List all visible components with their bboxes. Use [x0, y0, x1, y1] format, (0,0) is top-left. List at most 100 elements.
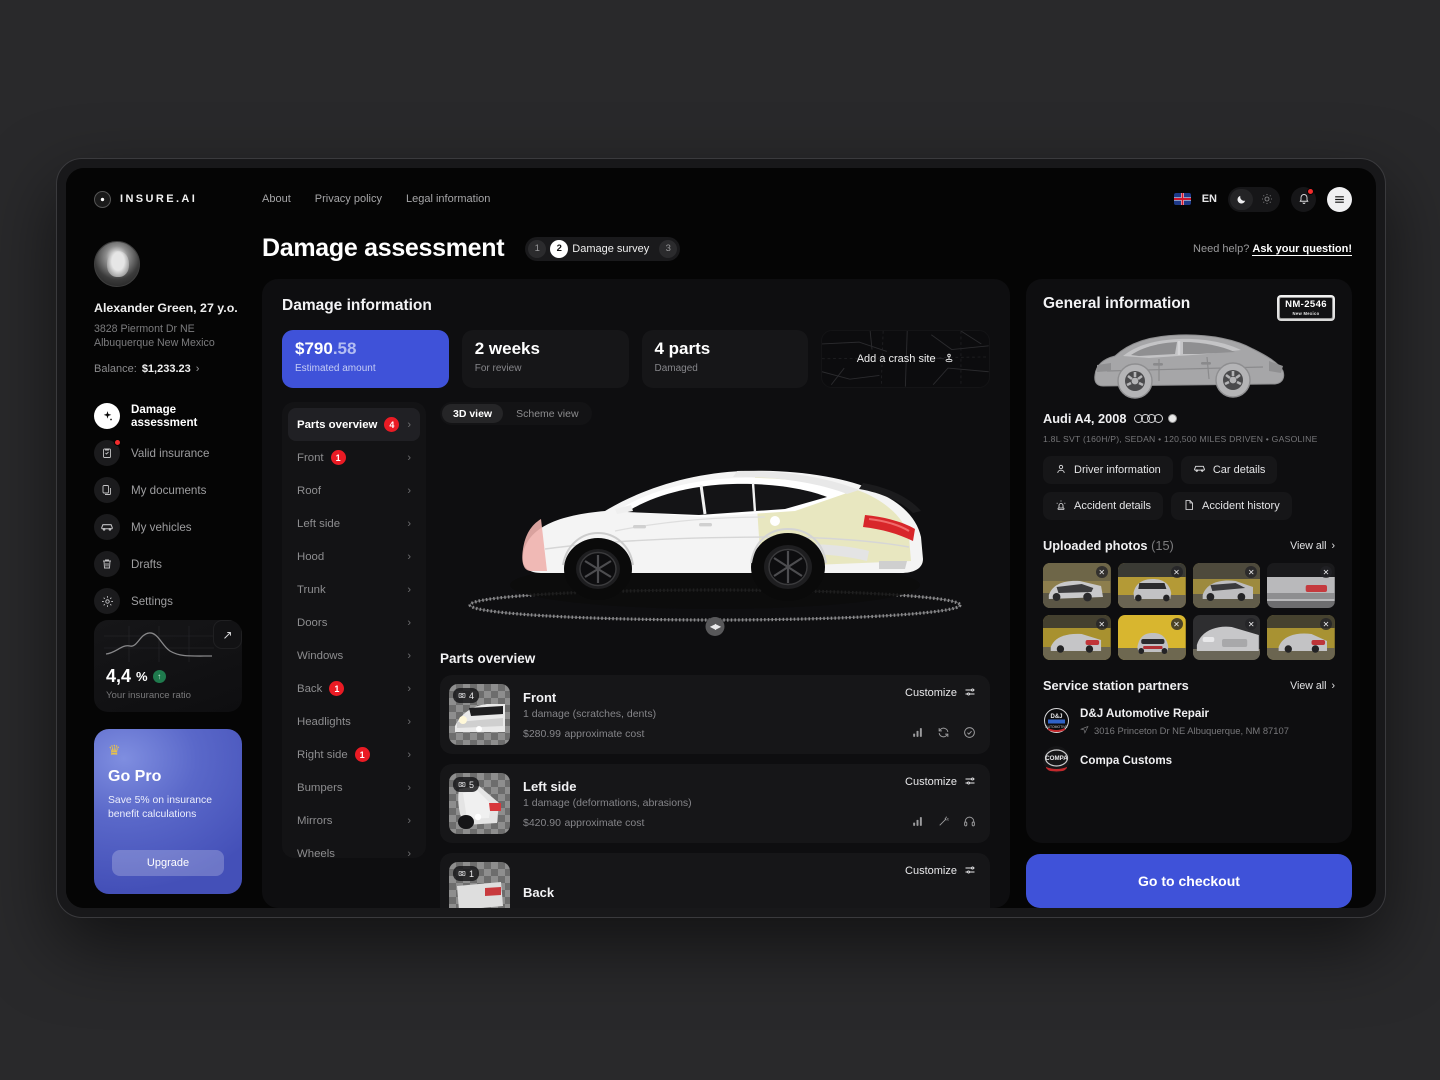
sidebar-item-valid-insurance[interactable]: Valid insurance — [94, 438, 244, 468]
theme-toggle[interactable] — [1228, 186, 1280, 212]
sidebar-item-my-vehicles[interactable]: My vehicles — [94, 512, 244, 542]
wand-icon[interactable] — [937, 815, 950, 833]
sidebar-item-label: My vehicles — [131, 520, 192, 534]
go-pro-title: Go Pro — [108, 768, 162, 785]
sun-icon[interactable] — [1255, 189, 1278, 210]
avatar[interactable] — [94, 241, 140, 287]
bar-chart-icon[interactable] — [911, 726, 924, 744]
partner-address: 3016 Princeton Dr NE Albuquerque, NM 871… — [1094, 725, 1289, 736]
parts-overview-card-left-side[interactable]: 5 Left side 1 damage (deformations, abra… — [440, 764, 990, 843]
car-3d-viewer[interactable]: ◀▶ — [440, 429, 990, 641]
parts-overview-card-front[interactable]: 4 Front 1 damage (scratches, dents) $280… — [440, 675, 990, 754]
general-information-title: General information — [1043, 295, 1191, 312]
part-nav-label: Wheels — [297, 847, 335, 859]
part-nav-parts-overview[interactable]: Parts overview 4 › — [288, 408, 420, 441]
stat-review-time[interactable]: 2 weeks For review — [461, 330, 629, 388]
partner-details: Compa Customs — [1080, 751, 1172, 769]
arrow-up-right-icon[interactable]: ↗ — [213, 620, 242, 649]
part-nav-bumpers[interactable]: Bumpers › — [288, 771, 420, 804]
customize-button[interactable]: Customize — [905, 775, 976, 790]
remove-photo-icon[interactable]: ✕ — [1095, 566, 1108, 578]
part-nav-back[interactable]: Back 1 › — [288, 672, 420, 705]
upgrade-button[interactable]: Upgrade — [112, 850, 224, 876]
photo-thumbnail[interactable]: ✕ — [1267, 563, 1335, 608]
notifications-button[interactable] — [1291, 186, 1316, 212]
part-nav-right-side[interactable]: Right side 1 › — [288, 738, 420, 771]
part-nav-label: Windows — [297, 649, 344, 662]
hamburger-menu-icon[interactable] — [1327, 186, 1352, 212]
camera-icon — [458, 869, 466, 879]
part-nav-label: Parts overview — [297, 418, 378, 431]
partner-row[interactable]: D&J AUTOMOTIVE D&J Automotive Repair 301… — [1043, 704, 1335, 736]
step-2[interactable]: 2 — [550, 239, 569, 258]
check-circle-icon[interactable] — [963, 726, 976, 744]
moon-icon[interactable] — [1230, 188, 1253, 210]
parts-overview-card-back[interactable]: 1 Back Customize — [440, 853, 990, 908]
remove-photo-icon[interactable]: ✕ — [1320, 618, 1332, 630]
car-details-button[interactable]: Car details — [1180, 456, 1278, 484]
partner-row[interactable]: COMPA Compa Customs — [1043, 746, 1335, 773]
photo-thumbnail[interactable]: ✕ — [1192, 615, 1261, 660]
photo-thumbnail[interactable]: ✕ — [1192, 563, 1261, 608]
part-nav-left-side[interactable]: Left side › — [288, 507, 420, 540]
sidebar-item-damage-assessment[interactable]: Damage assessment — [94, 401, 244, 431]
sidebar-item-my-documents[interactable]: My documents — [94, 475, 244, 505]
part-nav-windows[interactable]: Windows › — [288, 639, 420, 672]
topnav-about[interactable]: About — [262, 193, 291, 205]
clipboard-check-icon — [94, 439, 121, 466]
part-nav-hood[interactable]: Hood › — [288, 540, 420, 573]
step-1[interactable]: 1 — [528, 239, 547, 258]
part-nav-doors[interactable]: Doors › — [288, 606, 420, 639]
balance-row[interactable]: Balance: $1,233.23 › — [94, 363, 244, 375]
part-nav-mirrors[interactable]: Mirrors › — [288, 804, 420, 837]
partner-details: D&J Automotive Repair 3016 Princeton Dr … — [1080, 704, 1289, 736]
part-nav-wheels[interactable]: Wheels › — [288, 837, 420, 859]
tab-3d-view[interactable]: 3D view — [442, 404, 504, 423]
view-all-photos-button[interactable]: View all › — [1290, 540, 1335, 552]
insurance-ratio-card[interactable]: 4,4 % ↑ Your insurance ratio ↗ — [94, 620, 242, 712]
tab-scheme-view[interactable]: Scheme view — [505, 404, 589, 423]
stat-estimated-amount[interactable]: $790.58 Estimated amount — [282, 330, 449, 388]
language-selector[interactable]: EN — [1202, 193, 1217, 205]
stat-damaged-parts[interactable]: 4 parts Damaged — [641, 330, 809, 388]
part-nav-front[interactable]: Front 1 › — [288, 441, 420, 474]
customize-button[interactable]: Customize — [905, 864, 976, 879]
remove-photo-icon[interactable]: ✕ — [1170, 618, 1183, 630]
photo-thumbnail[interactable]: ✕ — [1043, 563, 1111, 608]
photo-thumbnail[interactable]: ✕ — [1117, 563, 1186, 608]
car-icon — [1193, 462, 1206, 478]
chevron-right-icon: › — [1331, 679, 1335, 692]
part-nav-trunk[interactable]: Trunk › — [288, 573, 420, 606]
view-all-partners-button[interactable]: View all › — [1290, 680, 1335, 692]
step-3[interactable]: 3 — [659, 239, 678, 258]
part-nav-roof[interactable]: Roof › — [288, 474, 420, 507]
topnav-legal-information[interactable]: Legal information — [406, 193, 490, 205]
topnav-privacy-policy[interactable]: Privacy policy — [315, 193, 382, 205]
part-actions: Customize — [905, 864, 976, 909]
part-nav-headlights[interactable]: Headlights › — [288, 705, 420, 738]
remove-photo-icon[interactable]: ✕ — [1320, 566, 1332, 578]
customize-button[interactable]: Customize — [905, 686, 976, 701]
remove-photo-icon[interactable]: ✕ — [1095, 618, 1108, 630]
dj-automotive-logo-svg: D&J AUTOMOTIVE — [1043, 706, 1070, 734]
refresh-icon[interactable] — [937, 726, 950, 744]
photo-thumbnail[interactable]: ✕ — [1267, 615, 1335, 660]
accident-history-button[interactable]: Accident history — [1171, 492, 1292, 520]
go-to-checkout-button[interactable]: Go to checkout — [1026, 854, 1352, 908]
main-content: About Privacy policy Legal information E… — [262, 168, 1376, 908]
headset-icon[interactable] — [963, 815, 976, 833]
app-logo[interactable]: INSURE.AI — [94, 186, 244, 212]
sidebar-item-settings[interactable]: Settings — [94, 586, 244, 616]
bar-chart-icon[interactable] — [911, 815, 924, 833]
part-cost-row: $280.99 approximate cost — [523, 726, 892, 740]
ask-question-link[interactable]: Ask your question! — [1252, 242, 1352, 256]
add-crash-site-card[interactable]: Add a crash site — [821, 330, 990, 388]
sidebar-item-drafts[interactable]: Drafts — [94, 549, 244, 579]
photo-thumbnail[interactable]: ✕ — [1117, 615, 1186, 660]
chevron-right-icon: › — [195, 363, 200, 375]
rotate-handle-icon[interactable]: ◀▶ — [705, 617, 725, 636]
driver-information-button[interactable]: Driver information — [1043, 456, 1173, 484]
accident-details-button[interactable]: Accident details — [1043, 492, 1164, 520]
photo-thumbnail[interactable]: ✕ — [1043, 615, 1111, 660]
remove-photo-icon[interactable]: ✕ — [1170, 566, 1183, 578]
